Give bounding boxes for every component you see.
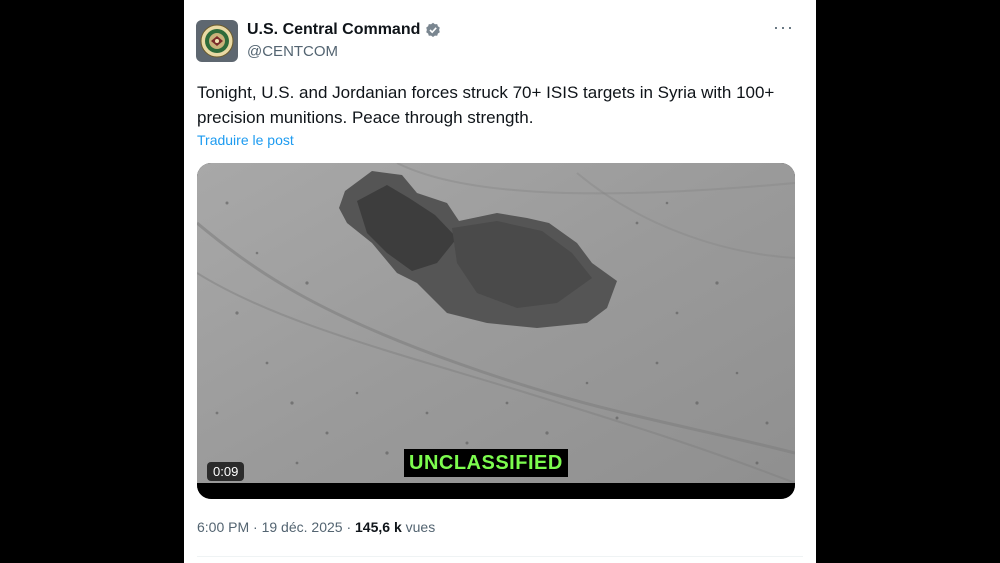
meta-separator: · bbox=[253, 519, 258, 535]
video-duration: 0:09 bbox=[207, 462, 245, 481]
divider bbox=[197, 556, 803, 557]
views-label: vues bbox=[405, 519, 436, 535]
video-frame: U.S. Central Command @CENTCOM ··· Tonigh… bbox=[0, 0, 1000, 563]
avatar[interactable] bbox=[196, 20, 238, 62]
more-options-icon[interactable]: ··· bbox=[773, 18, 794, 36]
centcom-seal-icon bbox=[200, 24, 234, 58]
translate-link[interactable]: Traduire le post bbox=[197, 132, 294, 148]
author-handle[interactable]: @CENTCOM bbox=[247, 43, 338, 60]
tweet-text: Tonight, U.S. and Jordanian forces struc… bbox=[197, 83, 775, 127]
tweet-card: U.S. Central Command @CENTCOM ··· Tonigh… bbox=[184, 0, 816, 563]
verified-badge-icon bbox=[425, 22, 441, 38]
author-display-name[interactable]: U.S. Central Command bbox=[247, 21, 420, 39]
classification-label: UNCLASSIFIED bbox=[404, 449, 568, 477]
tweet-meta: 6:00 PM · 19 déc. 2025 · 145,6 k vues bbox=[197, 519, 435, 535]
post-date[interactable]: 19 déc. 2025 bbox=[262, 519, 343, 535]
video-player[interactable]: 0:09 UNCLASSIFIED bbox=[197, 163, 795, 499]
author-name-row: U.S. Central Command bbox=[247, 21, 441, 39]
views-count: 145,6 k bbox=[355, 519, 402, 535]
meta-separator: · bbox=[346, 519, 352, 535]
video-control-bar bbox=[197, 483, 795, 499]
post-time[interactable]: 6:00 PM bbox=[197, 519, 249, 535]
